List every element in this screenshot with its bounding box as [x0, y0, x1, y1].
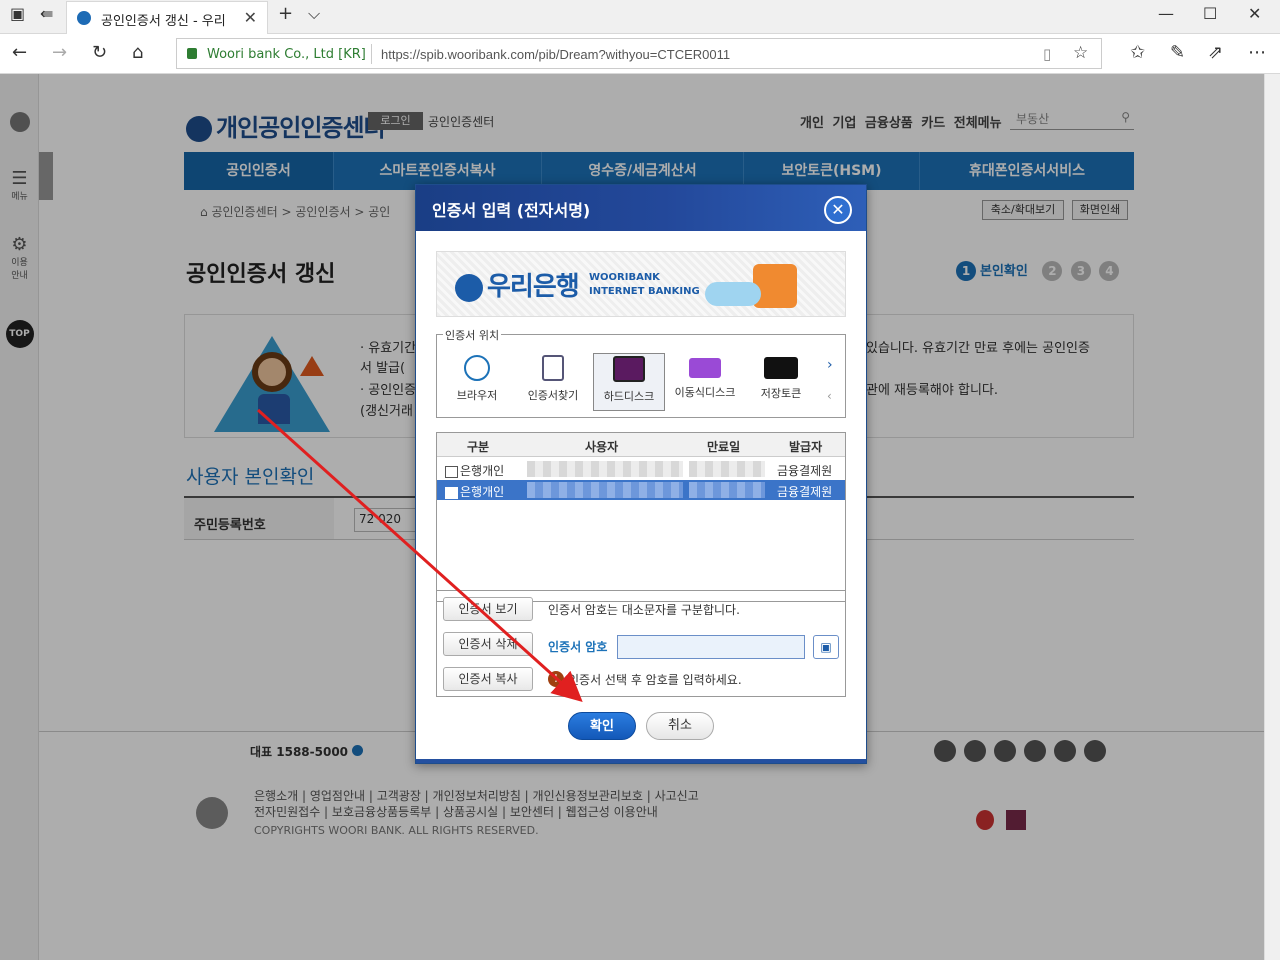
location-browser[interactable]: 브라우저	[441, 353, 513, 411]
redacted-expiry	[689, 482, 765, 498]
password-hint: 인증서 선택 후 암호를 입력하세요.	[568, 673, 742, 687]
location-prev-icon[interactable]: ‹	[827, 389, 832, 403]
home-icon[interactable]: ⌂	[132, 42, 143, 63]
redacted-expiry	[689, 461, 765, 477]
close-tab-icon[interactable]: ✕	[244, 8, 257, 27]
header-issuer: 발급자	[789, 440, 823, 454]
case-sensitive-note: 인증서 암호는 대소문자를 구분합니다.	[548, 603, 740, 617]
new-tab-icon[interactable]: +	[278, 3, 293, 24]
header-user: 사용자	[585, 440, 619, 454]
close-window-icon[interactable]: ✕	[1248, 4, 1261, 23]
row-type-text: 은행개인	[460, 464, 505, 478]
globe-icon	[464, 355, 490, 381]
certificate-list: 구분 사용자 만료일 발급자 은행개인 금융결제원 은행개인 금융결제원	[436, 432, 846, 602]
more-icon[interactable]: ⋯	[1248, 42, 1266, 63]
table-row-selected[interactable]: 은행개인 금융결제원	[437, 480, 845, 500]
certificate-dialog: 인증서 입력 (전자서명) ✕ 우리은행 WOORIBANK INTERNET …	[415, 184, 867, 764]
address-bar[interactable]: Woori bank Co., Ltd [KR] https://spib.wo…	[176, 38, 1102, 69]
location-harddisk[interactable]: 하드디스크	[593, 353, 665, 411]
site-identity[interactable]: Woori bank Co., Ltd [KR]	[207, 47, 366, 62]
cert-search-icon	[542, 355, 564, 381]
certificate-icon	[445, 465, 458, 478]
location-find[interactable]: 인증서찾기	[517, 353, 589, 411]
web-note-pen-icon[interactable]: ✎	[1170, 42, 1185, 63]
monitor-icon	[613, 356, 645, 382]
forward-icon[interactable]: →	[52, 42, 67, 63]
warning-icon: !	[548, 671, 564, 687]
cert-location-box: 인증서 위치 브라우저 인증서찾기 하드디스크 이동식디스크 저장토큰 › ‹	[436, 327, 846, 418]
row-type-text: 은행개인	[460, 485, 505, 499]
browser-tab-bar: ▣ ⇚ 공인인증서 갱신 - 우리 ✕ + ⌵ — ☐ ✕	[0, 0, 1280, 34]
ok-button[interactable]: 확인	[568, 712, 636, 740]
password-label: 인증서 암호	[548, 640, 608, 654]
woori-banner: 우리은행 WOORIBANK INTERNET BANKING	[436, 251, 846, 317]
tab-list-chevron-icon[interactable]: ⌵	[308, 4, 320, 24]
location-token-label: 저장토큰	[760, 387, 802, 400]
header-expiry: 만료일	[707, 440, 741, 454]
dialog-bottom-bar	[416, 759, 866, 763]
thumbs-up-illustration	[753, 264, 797, 308]
url-text[interactable]: https://spib.wooribank.com/pib/Dream?wit…	[381, 47, 730, 62]
banner-logo: 우리은행	[455, 266, 580, 303]
cancel-button[interactable]: 취소	[646, 712, 714, 740]
reading-view-icon[interactable]: ▯	[1043, 45, 1051, 63]
location-browser-label: 브라우저	[456, 389, 498, 402]
table-row[interactable]: 은행개인 금융결제원	[437, 459, 845, 479]
lock-icon	[187, 48, 197, 59]
address-separator	[371, 44, 372, 64]
password-input[interactable]	[617, 635, 805, 659]
delete-cert-button[interactable]: 인증서 삭제	[443, 632, 533, 656]
cert-action-box: 인증서 보기 인증서 삭제 인증서 복사 인증서 암호는 대소문자를 구분합니다…	[436, 590, 846, 697]
woori-favicon-icon	[77, 11, 91, 25]
browser-tab[interactable]: 공인인증서 갱신 - 우리 ✕	[66, 1, 268, 34]
tab-actions-icon[interactable]: ▣	[10, 4, 25, 23]
security-token-icon	[764, 357, 798, 379]
row-issuer: 금융결제원	[777, 485, 833, 499]
favorite-star-icon[interactable]: ☆	[1073, 43, 1088, 63]
view-cert-button[interactable]: 인증서 보기	[443, 597, 533, 621]
refresh-icon[interactable]: ↻	[92, 42, 107, 63]
row-type: 은행개인	[445, 462, 504, 479]
row-type: 은행개인	[445, 483, 504, 500]
location-token[interactable]: 저장토큰	[745, 353, 817, 411]
redacted-user	[527, 482, 683, 498]
tab-title: 공인인증서 갱신 - 우리	[101, 14, 226, 29]
woori-logo-icon	[455, 273, 483, 302]
certificate-expiring-icon	[445, 486, 458, 499]
banner-sub-2: INTERNET BANKING	[589, 286, 700, 297]
location-harddisk-label: 하드디스크	[603, 390, 655, 403]
cloud-illustration	[705, 282, 761, 306]
back-icon[interactable]: ←	[12, 42, 27, 63]
set-aside-tabs-icon[interactable]: ⇚	[40, 4, 53, 23]
banner-logo-text: 우리은행	[487, 272, 580, 302]
header-type: 구분	[467, 440, 490, 454]
copy-cert-button[interactable]: 인증서 복사	[443, 667, 533, 691]
location-removable[interactable]: 이동식디스크	[669, 353, 741, 411]
banner-sub-1: WOORIBANK	[589, 272, 660, 283]
redacted-user	[527, 461, 683, 477]
vertical-scrollbar[interactable]	[1264, 74, 1280, 960]
dialog-title: 인증서 입력 (전자서명)	[432, 201, 591, 220]
cert-table-header: 구분 사용자 만료일 발급자	[437, 433, 845, 457]
location-removable-label: 이동식디스크	[674, 386, 736, 399]
row-issuer: 금융결제원	[777, 464, 833, 478]
maximize-icon[interactable]: ☐	[1203, 4, 1217, 23]
virtual-keyboard-mouse-icon[interactable]: ▣	[813, 635, 839, 659]
usb-drive-icon	[689, 358, 721, 378]
share-icon[interactable]: ⇗	[1208, 42, 1223, 63]
favorites-hub-icon[interactable]: ✩	[1130, 42, 1145, 63]
location-next-icon[interactable]: ›	[827, 357, 833, 373]
cert-location-legend: 인증서 위치	[443, 327, 502, 343]
minimize-icon[interactable]: —	[1158, 4, 1174, 23]
dialog-header: 인증서 입력 (전자서명) ✕	[416, 185, 866, 231]
dialog-close-icon[interactable]: ✕	[824, 196, 852, 224]
browser-nav-bar: ← → ↻ ⌂ Woori bank Co., Ltd [KR] https:/…	[0, 34, 1280, 74]
location-find-label: 인증서찾기	[527, 389, 579, 402]
